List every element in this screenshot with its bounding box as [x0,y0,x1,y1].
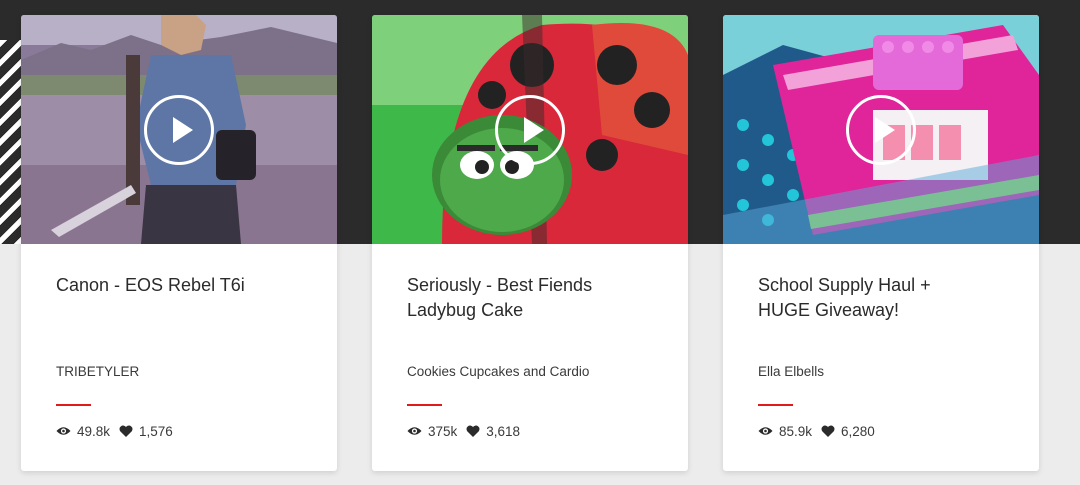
video-title[interactable]: School Supply Haul + HUGE Giveaway! [758,273,1008,323]
video-thumbnail[interactable] [723,15,1039,244]
video-title-line: School Supply Haul + [758,275,931,295]
channel-name[interactable]: Cookies Cupcakes and Cardio [407,364,589,379]
eye-icon [758,427,773,435]
heart-icon [466,425,480,437]
heart-icon [821,425,835,437]
accent-divider [56,404,91,406]
view-count: 49.8k [77,423,111,439]
channel-name[interactable]: TRIBETYLER [56,364,139,379]
heart-icon [119,425,133,437]
decorative-stripes [0,40,22,244]
video-stats: 85.9k 6,280 [758,423,875,439]
play-icon[interactable] [144,95,214,165]
play-icon[interactable] [846,95,916,165]
eye-icon [56,427,71,435]
video-title[interactable]: Canon - EOS Rebel T6i [56,273,306,298]
accent-divider [758,404,793,406]
video-card[interactable]: Seriously - Best Fiends Ladybug Cake Coo… [372,15,688,471]
video-thumbnail[interactable] [21,15,337,244]
video-card[interactable]: School Supply Haul + HUGE Giveaway! Ella… [723,15,1039,471]
video-title-line: HUGE Giveaway! [758,300,900,320]
video-title-line: Ladybug Cake [407,300,524,320]
video-title-line: Seriously - Best Fiends [407,275,593,295]
like-count: 6,280 [841,423,875,439]
play-icon[interactable] [495,95,565,165]
eye-icon [407,427,422,435]
view-count: 85.9k [779,423,813,439]
video-card[interactable]: Canon - EOS Rebel T6i TRIBETYLER 49.8k 1… [21,15,337,471]
view-count: 375k [428,423,458,439]
like-count: 1,576 [139,423,173,439]
video-stats: 375k 3,618 [407,423,520,439]
like-count: 3,618 [486,423,521,439]
video-title-line: Canon - EOS Rebel T6i [56,275,245,295]
video-title[interactable]: Seriously - Best Fiends Ladybug Cake [407,273,657,323]
accent-divider [407,404,442,406]
video-thumbnail[interactable] [372,15,688,244]
channel-name[interactable]: Ella Elbells [758,364,824,379]
video-stats: 49.8k 1,576 [56,423,173,439]
